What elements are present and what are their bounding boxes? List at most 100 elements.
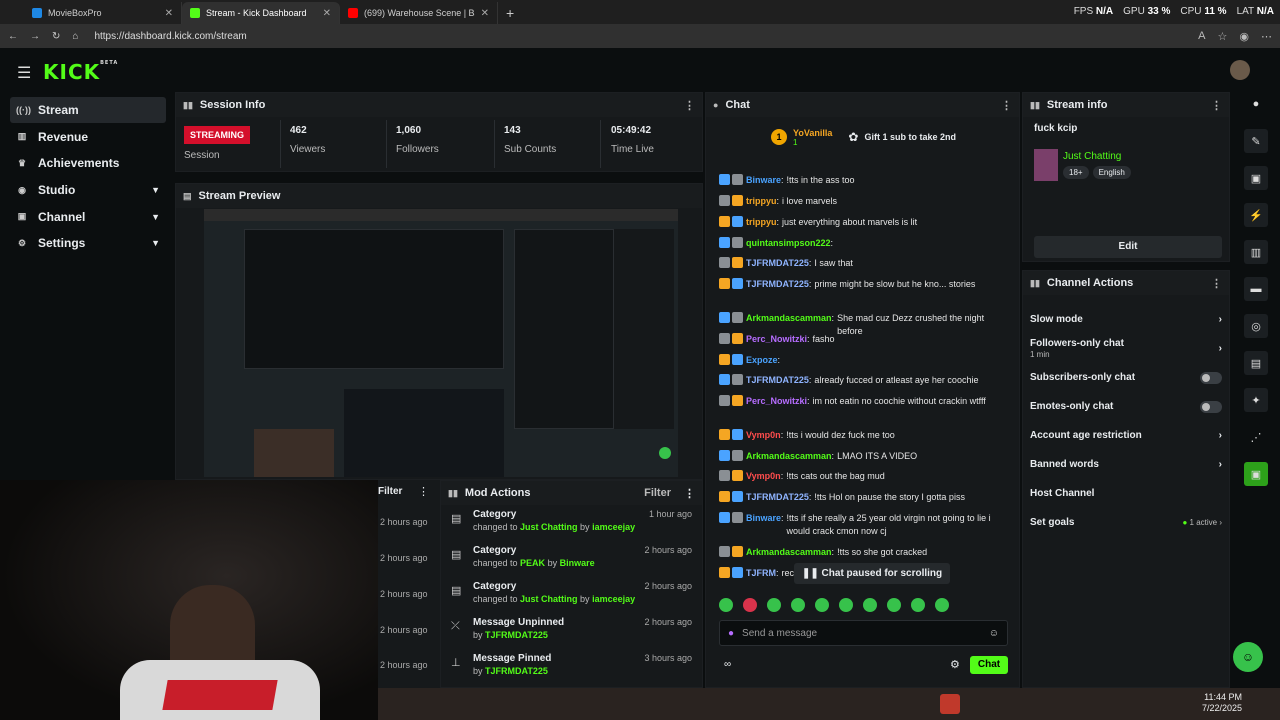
mic-icon[interactable]: ●	[728, 628, 734, 639]
browser-tab-kick[interactable]: Stream - Kick Dashboard ✕	[182, 2, 340, 24]
emote-icon[interactable]	[719, 598, 733, 612]
chat-username[interactable]: Perc_Nowitzki	[746, 333, 807, 346]
chat-username[interactable]: trippyu	[746, 216, 777, 229]
more-icon[interactable]: ⋮	[1001, 99, 1012, 112]
account-age-row[interactable]: Account age restriction ›	[1023, 421, 1229, 450]
url-field[interactable]: https://dashboard.kick.com/stream	[94, 31, 246, 42]
app-icon[interactable]	[940, 694, 960, 714]
game-icon[interactable]: ▣	[1244, 462, 1268, 486]
gear-icon[interactable]: ⚙	[950, 658, 960, 671]
chat-message[interactable]: TJFRMDAT225: already fucced or atleast ay…	[719, 374, 1011, 387]
more-icon[interactable]: ⋮	[684, 99, 695, 112]
chat-input[interactable]: ● Send a message ☺	[719, 620, 1008, 646]
document-icon[interactable]: ▥	[1244, 240, 1268, 264]
chat-username[interactable]: Binware	[746, 174, 781, 187]
sidebar-item-revenue[interactable]: ▥ Revenue	[10, 124, 166, 150]
home-icon[interactable]: ⌂	[72, 31, 78, 42]
chat-username[interactable]: Arkmandascamman	[746, 450, 832, 463]
read-aloud-icon[interactable]: A	[1198, 30, 1205, 43]
chat-message[interactable]: Expoze:	[719, 354, 1011, 367]
close-icon[interactable]: ✕	[323, 8, 331, 19]
browser-tab-movieboxpro[interactable]: MovieBoxPro ✕	[24, 2, 182, 24]
chat-message[interactable]: quintansimpson222:	[719, 237, 1011, 250]
chat-username[interactable]: TJFRMDAT225	[746, 374, 809, 387]
extension-icon[interactable]: ◉	[1239, 30, 1249, 43]
chat-username[interactable]: TJFRMDAT225	[746, 491, 809, 504]
filter-button[interactable]: Filter	[644, 487, 671, 499]
filter-button[interactable]: Filter	[378, 486, 402, 497]
chat-username[interactable]: quintansimpson222	[746, 237, 831, 250]
chat-message[interactable]: Arkmandascamman: LMAO ITS A VIDEO	[719, 450, 1011, 463]
points-icon[interactable]: ∞	[724, 659, 731, 670]
chat-username[interactable]: Arkmandascamman	[746, 546, 832, 559]
chat-paused-banner[interactable]: ❚❚ Chat paused for scrolling	[794, 563, 951, 584]
menu-icon[interactable]: ☰	[17, 63, 31, 83]
banned-words-row[interactable]: Banned words ›	[1023, 450, 1229, 479]
bolt-icon[interactable]: ⚡	[1244, 203, 1268, 227]
chat-message[interactable]: TJFRMDAT225: I saw that	[719, 257, 1011, 270]
info-icon[interactable]: ●	[1244, 92, 1268, 116]
chat-message[interactable]: Perc_Nowitzki: im not eatin no coochie wi…	[719, 395, 1011, 408]
followers-only-row[interactable]: Followers-only chat 1 min ›	[1023, 334, 1229, 363]
close-icon[interactable]: ✕	[165, 8, 173, 19]
forward-icon[interactable]: →	[30, 31, 40, 42]
chat-message[interactable]: Vymp0n: !tts cats out the bag mud	[719, 470, 1011, 483]
chat-message[interactable]: Binware: !tts in the ass too	[719, 174, 1011, 187]
more-icon[interactable]: ⋮	[1211, 99, 1222, 112]
sidebar-item-settings[interactable]: ⚙ Settings ▼	[10, 230, 166, 256]
chat-username[interactable]: trippyu	[746, 195, 777, 208]
chat-message[interactable]: trippyu: i love marvels	[719, 195, 1011, 208]
more-icon[interactable]: ⋮	[1211, 277, 1222, 290]
set-goals-row[interactable]: Set goals ● 1 active ›	[1023, 508, 1229, 537]
kick-logo[interactable]: KICKBETA	[43, 60, 118, 84]
settings-icon[interactable]: ⋯	[1261, 30, 1272, 43]
reload-icon[interactable]: ↻	[52, 31, 60, 42]
message-icon[interactable]: ▬	[1244, 277, 1268, 301]
emote-icon[interactable]	[887, 598, 901, 612]
more-icon[interactable]: ⋮	[418, 485, 429, 498]
wrench-icon[interactable]: ✦	[1244, 388, 1268, 412]
emote-icon[interactable]	[815, 598, 829, 612]
emote-icon[interactable]	[935, 598, 949, 612]
send-chat-button[interactable]: Chat	[970, 656, 1008, 674]
share-icon[interactable]: ⋰	[1244, 425, 1268, 449]
chat-message[interactable]: Arkmandascamman: !tts so she got cracked	[719, 546, 1011, 559]
emote-icon[interactable]	[911, 598, 925, 612]
emotes-only-toggle[interactable]	[1200, 400, 1222, 413]
sidebar-item-channel[interactable]: ▣ Channel ▼	[10, 204, 166, 230]
chat-username[interactable]: Vymp0n	[746, 429, 781, 442]
emote-icon[interactable]	[767, 598, 781, 612]
support-button[interactable]: ☺	[1233, 642, 1263, 672]
close-icon[interactable]: ✕	[481, 8, 489, 19]
broadcast-icon[interactable]: ◎	[1244, 314, 1268, 338]
chat-username[interactable]: TJFRMDAT225	[746, 257, 809, 270]
capture-icon[interactable]: ▣	[1244, 166, 1268, 190]
host-channel-row[interactable]: Host Channel	[1023, 479, 1229, 508]
browser-tab-youtube[interactable]: (699) Warehouse Scene | Batman ✕	[340, 2, 498, 24]
chat-username[interactable]: TJFRMDAT225	[746, 278, 809, 291]
emote-icon[interactable]	[791, 598, 805, 612]
chat-message[interactable]: Perc_Nowitzki: fasho	[719, 333, 1011, 346]
sidebar-item-achievements[interactable]: ♛ Achievements	[10, 150, 166, 176]
chat-message[interactable]: TJFRMDAT225: prime might be slow but he k…	[719, 278, 1011, 291]
sidebar-item-stream[interactable]: ((·)) Stream	[10, 97, 166, 123]
emoji-icon[interactable]: ☺	[989, 628, 999, 639]
category-link[interactable]: Just Chatting	[1063, 151, 1121, 162]
chat-message[interactable]: TJFRMDAT225: !tts Hol on pause the story …	[719, 491, 1011, 504]
chat-message[interactable]: Vymp0n: !tts i would dez fuck me too	[719, 429, 1011, 442]
avatar[interactable]	[1230, 60, 1250, 80]
pinned-gift-banner[interactable]: 1 YoVanilla 1 ✿ Gift 1 sub to take 2nd	[706, 117, 1021, 157]
slow-mode-row[interactable]: Slow mode ›	[1023, 305, 1229, 334]
chat-message[interactable]: Binware: !tts if she really a 25 year old…	[719, 512, 1011, 538]
storage-icon[interactable]: ▤	[1244, 351, 1268, 375]
new-tab-icon[interactable]: +	[506, 5, 514, 21]
stream-preview-video[interactable]	[204, 209, 678, 477]
more-icon[interactable]: ⋮	[684, 487, 695, 500]
chat-username[interactable]: Expoze	[746, 354, 778, 367]
favorite-icon[interactable]: ☆	[1218, 30, 1228, 43]
chat-username[interactable]: Perc_Nowitzki	[746, 395, 807, 408]
emote-icon[interactable]	[743, 598, 757, 612]
chat-username[interactable]: Binware	[746, 512, 781, 538]
emote-icon[interactable]	[839, 598, 853, 612]
sidebar-item-studio[interactable]: ◉ Studio ▼	[10, 177, 166, 203]
